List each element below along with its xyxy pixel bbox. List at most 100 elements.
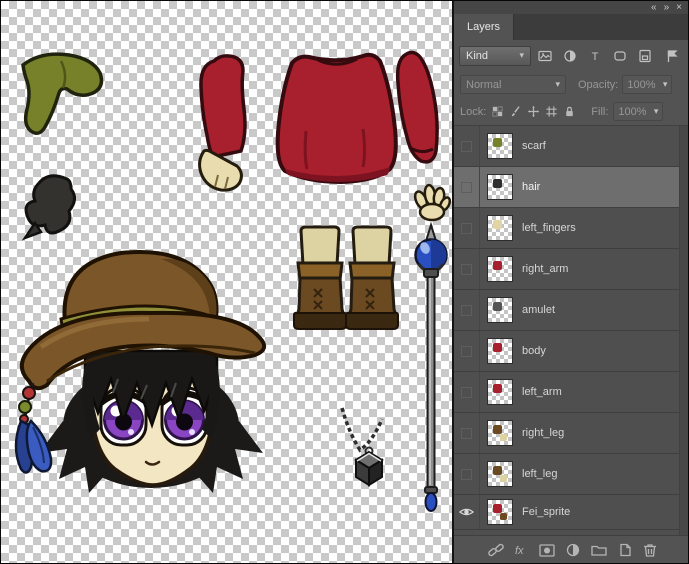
fill-input[interactable]: 100% ▾: [613, 102, 663, 121]
layer-thumbnail[interactable]: [487, 420, 513, 446]
hidden-eye-slot: [461, 264, 472, 275]
layer-thumbnail[interactable]: [487, 499, 513, 525]
document-canvas[interactable]: [1, 1, 454, 563]
layer-row-right-leg[interactable]: right_leg: [454, 413, 688, 454]
layer-thumbnail[interactable]: [487, 174, 513, 200]
visibility-toggle[interactable]: [454, 372, 480, 412]
layer-thumbnail[interactable]: [487, 215, 513, 241]
adjustment-circle-icon: [564, 542, 582, 558]
new-layer-button[interactable]: [613, 540, 636, 560]
artboard-icon: [545, 105, 558, 118]
hidden-eye-slot: [461, 387, 472, 398]
scrollbar[interactable]: [679, 126, 688, 535]
layer-actions-bar: fx: [454, 535, 688, 563]
fill-label: Fill:: [591, 106, 608, 118]
svg-text:T: T: [591, 51, 598, 63]
layer-row-body[interactable]: body: [454, 331, 688, 372]
adjustment-layers-icon: [562, 48, 578, 64]
lock-position-button[interactable]: [527, 105, 540, 118]
layer-thumbnail[interactable]: [487, 133, 513, 159]
left-arm-sprite: [200, 56, 245, 190]
visibility-toggle[interactable]: [454, 331, 480, 371]
hidden-eye-slot: [461, 469, 472, 480]
brush-icon: [509, 105, 522, 118]
scarf-sprite: [23, 54, 101, 133]
layer-thumbnail[interactable]: [487, 379, 513, 405]
filter-adjustment-layers-button[interactable]: [558, 46, 581, 66]
checkerboard-icon: [491, 105, 504, 118]
new-group-button[interactable]: [587, 540, 610, 560]
layer-thumbnail[interactable]: [487, 256, 513, 282]
layer-row-left-arm[interactable]: left_arm: [454, 372, 688, 413]
layer-name: Fei_sprite: [522, 506, 570, 518]
add-layer-style-button[interactable]: fx: [510, 540, 533, 560]
layer-filter-row: Kind ▾ T: [454, 40, 688, 71]
fingers-sprite: [413, 184, 452, 220]
blend-row: Normal ▾ Opacity: 100% ▾: [454, 71, 688, 98]
filter-flag-icon: [664, 48, 680, 64]
right-arm-sprite: [398, 52, 437, 161]
lock-transparent-pixels-button[interactable]: [491, 105, 504, 118]
link-layers-button[interactable]: [484, 540, 507, 560]
layers-panel: « » × Layers Kind ▾: [454, 1, 688, 563]
filter-pixel-layers-button[interactable]: [533, 46, 556, 66]
lock-all-button[interactable]: [563, 105, 576, 118]
tab-layers[interactable]: Layers: [454, 14, 514, 40]
blend-mode-value: Normal: [466, 79, 501, 91]
chevron-down-icon: ▾: [519, 50, 524, 61]
visibility-toggle[interactable]: [454, 208, 480, 248]
opacity-value: 100%: [627, 79, 655, 91]
filter-type-layers-button[interactable]: T: [583, 46, 606, 66]
layer-row-hair[interactable]: hair: [454, 167, 688, 208]
new-adjustment-layer-button[interactable]: [561, 540, 584, 560]
leg-sprite-2: [346, 227, 398, 329]
blend-mode-dropdown[interactable]: Normal ▾: [460, 75, 566, 94]
filter-shape-layers-button[interactable]: [608, 46, 631, 66]
photoshop-window: « » × Layers Kind ▾: [0, 0, 689, 564]
layer-row-amulet[interactable]: amulet: [454, 290, 688, 331]
layer-name: left_arm: [522, 386, 562, 398]
lock-artboards-button[interactable]: [545, 105, 558, 118]
opacity-input[interactable]: 100% ▾: [622, 75, 672, 94]
visibility-toggle[interactable]: [454, 249, 480, 289]
chevron-down-icon: ▾: [555, 79, 560, 90]
layer-thumbnail[interactable]: [487, 461, 513, 487]
opacity-label: Opacity:: [578, 79, 618, 91]
hidden-eye-slot: [461, 141, 472, 152]
visibility-toggle[interactable]: [454, 167, 480, 207]
hidden-eye-slot: [461, 428, 472, 439]
sprite-sheet: [1, 1, 452, 563]
tab-bar: Layers: [454, 14, 688, 40]
amulet-sprite: [342, 408, 382, 485]
hidden-eye-slot: [461, 305, 472, 316]
move-icon: [527, 105, 540, 118]
visibility-toggle[interactable]: [454, 454, 480, 494]
visibility-toggle[interactable]: [454, 290, 480, 330]
lock-image-pixels-button[interactable]: [509, 105, 522, 118]
layer-name: scarf: [522, 140, 546, 152]
visibility-toggle[interactable]: [454, 495, 480, 529]
collapse-left-icon[interactable]: «: [651, 3, 657, 13]
pixel-layers-icon: [537, 48, 553, 64]
filter-smart-objects-button[interactable]: [633, 46, 656, 66]
layer-row-right-arm[interactable]: right_arm: [454, 249, 688, 290]
kind-dropdown[interactable]: Kind ▾: [459, 46, 531, 66]
layer-name: right_leg: [522, 427, 564, 439]
visibility-toggle[interactable]: [454, 413, 480, 453]
layer-thumbnail[interactable]: [487, 338, 513, 364]
leg-sprite: [294, 227, 346, 329]
layer-row-left-leg[interactable]: left_leg: [454, 454, 688, 495]
delete-layer-button[interactable]: [639, 540, 662, 560]
filtering-toggle[interactable]: [660, 46, 683, 66]
layer-row-scarf[interactable]: scarf: [454, 126, 688, 167]
visibility-toggle[interactable]: [454, 126, 480, 166]
fx-icon: fx: [512, 542, 530, 558]
collapse-right-icon[interactable]: »: [664, 3, 670, 13]
layer-name: body: [522, 345, 546, 357]
add-layer-mask-button[interactable]: [536, 540, 559, 560]
layer-thumbnail[interactable]: [487, 297, 513, 323]
close-icon[interactable]: ×: [676, 3, 682, 13]
layer-row-fei-sprite[interactable]: Fei_sprite: [454, 495, 688, 530]
layer-row-left-fingers[interactable]: left_fingers: [454, 208, 688, 249]
hidden-eye-slot: [461, 182, 472, 193]
